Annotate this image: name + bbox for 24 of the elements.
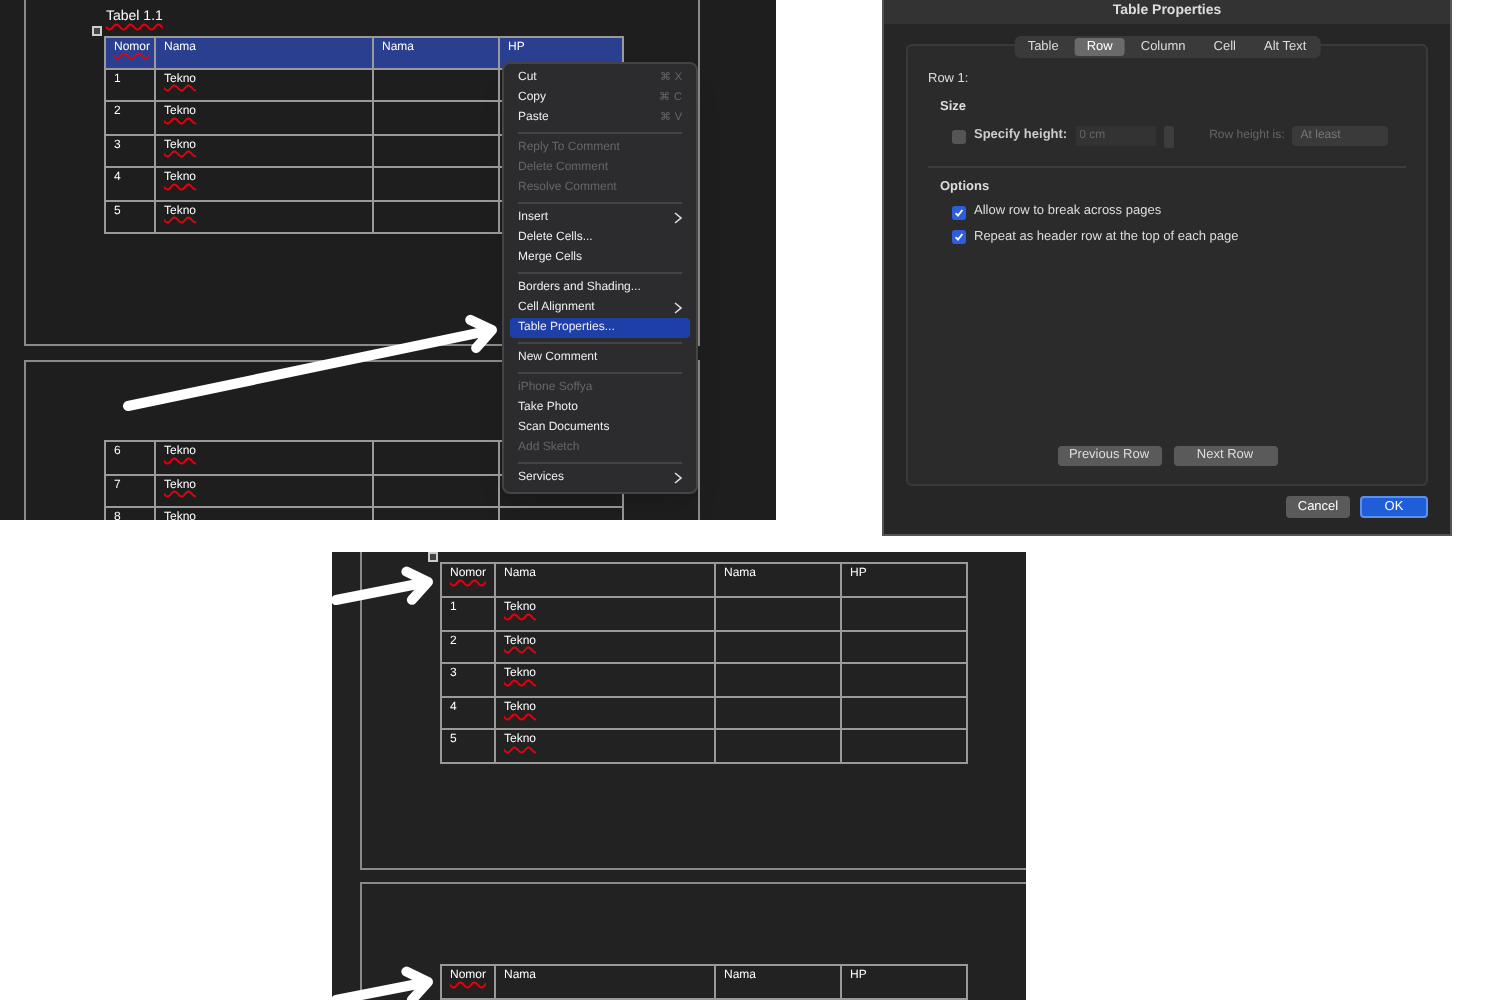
checkbox[interactable] [952,230,966,245]
table-handle-icon[interactable] [428,552,438,562]
table-cell [716,697,842,731]
table-cell [374,201,500,234]
table-cell [716,730,842,764]
table-handle-icon[interactable] [92,25,102,35]
table-cell [842,631,968,665]
table-cell [842,664,968,698]
table-cell [374,69,500,102]
table-cell [716,664,842,698]
table-cell [842,697,968,731]
checkbox[interactable] [952,129,966,143]
table-cell [374,102,500,135]
table-cell [716,631,842,665]
table-cell [716,598,842,632]
table-cell [374,168,500,201]
chevron-right-icon [674,472,682,484]
table-cell [374,135,500,168]
chevron-right-icon [674,302,682,314]
table-cell [842,730,968,764]
chevron-right-icon [674,212,682,224]
table-cell [374,475,500,508]
checkbox[interactable] [952,205,966,220]
table-cell [842,598,968,632]
